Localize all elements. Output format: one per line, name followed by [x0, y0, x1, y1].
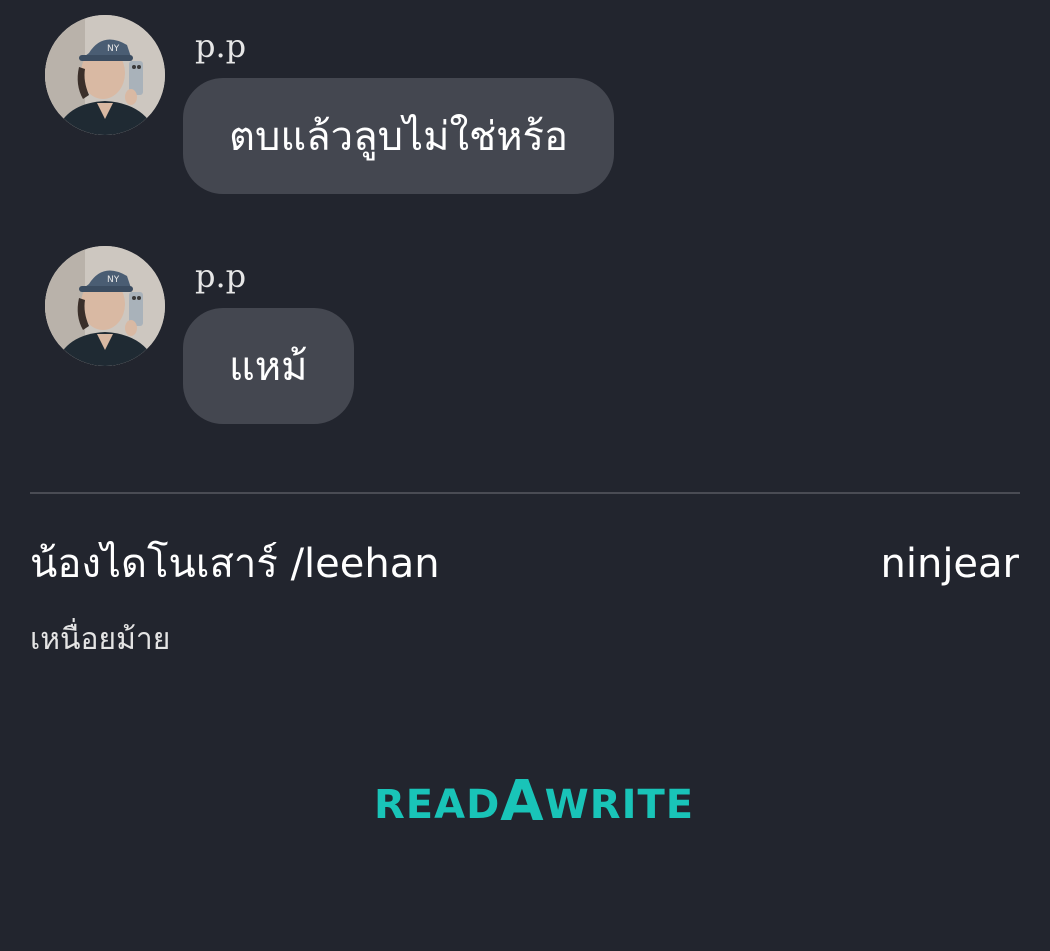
- divider: [30, 492, 1020, 494]
- person-photo-icon: NY: [45, 15, 165, 135]
- message-bubble[interactable]: แหม้: [183, 308, 354, 424]
- logo-prefix: READ: [374, 782, 501, 828]
- svg-text:NY: NY: [107, 44, 120, 54]
- svg-text:NY: NY: [107, 275, 120, 285]
- readawrite-logo[interactable]: READAWRITE: [374, 772, 694, 835]
- chat-message: NY p.p แหม้: [0, 230, 1050, 430]
- logo-suffix: WRITE: [544, 782, 695, 828]
- sender-name: p.p: [195, 257, 247, 295]
- chapter-subtitle: เหนื่อยม้าย: [30, 622, 171, 657]
- person-photo-icon: NY: [45, 246, 165, 366]
- avatar[interactable]: NY: [45, 15, 165, 135]
- chapter-title[interactable]: น้องไดโนเสาร์ /leehan: [30, 538, 440, 590]
- logo-a: A: [500, 769, 545, 834]
- avatar[interactable]: NY: [45, 246, 165, 366]
- message-bubble[interactable]: ตบแล้วลูบไม่ใช่หร้อ: [183, 78, 615, 194]
- author-name[interactable]: ninjear: [881, 538, 1020, 590]
- chat-message: NY p.p ตบแล้วลูบไม่ใช่หร้อ: [0, 0, 1050, 200]
- sender-name: p.p: [195, 27, 247, 65]
